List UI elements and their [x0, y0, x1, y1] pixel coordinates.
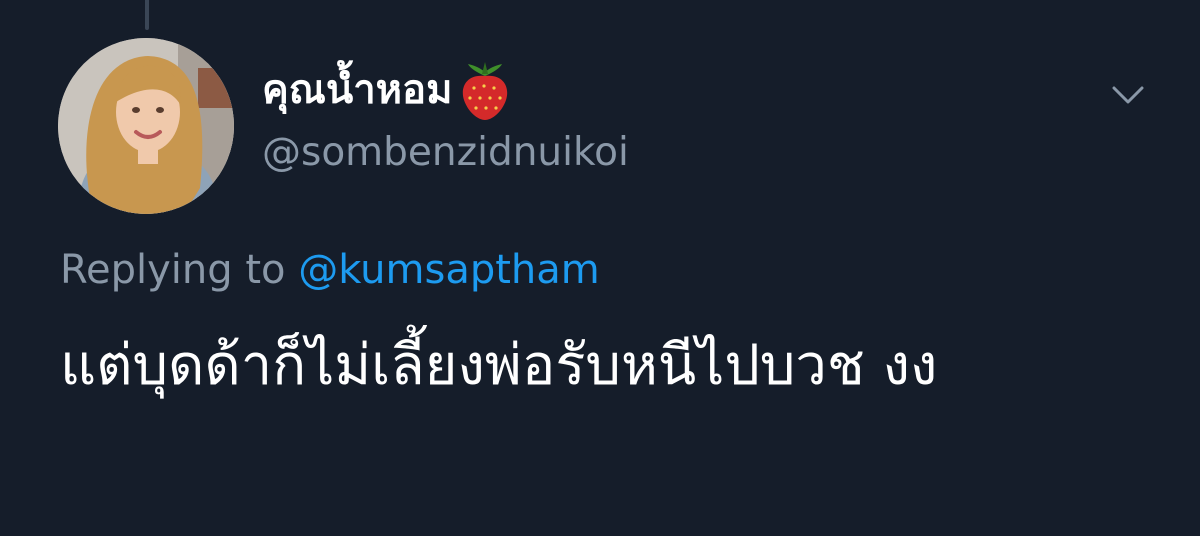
tweet-card: คุณน้ำหอม @sombenzidnuikoi Replying to @… — [0, 0, 1200, 536]
avatar[interactable] — [58, 38, 234, 214]
tweet-text: แต่บุดด้าก็ไม่เลี้ยงพ่อรับหนีไปบวช งง — [60, 333, 938, 398]
user-handle[interactable]: @sombenzidnuikoi — [262, 131, 629, 175]
strawberry-emoji-icon — [463, 62, 508, 120]
thread-connector-line — [145, 0, 149, 30]
replying-to-line: Replying to @kumsaptham — [60, 246, 600, 294]
display-name-row[interactable]: คุณน้ำหอม — [262, 58, 514, 122]
replying-to-label: Replying to — [60, 247, 286, 293]
display-name[interactable]: คุณน้ำหอม — [262, 70, 452, 110]
reply-mention-link[interactable]: @kumsaptham — [298, 247, 600, 293]
avatar-image — [58, 38, 234, 214]
chevron-down-icon[interactable] — [1110, 82, 1146, 108]
